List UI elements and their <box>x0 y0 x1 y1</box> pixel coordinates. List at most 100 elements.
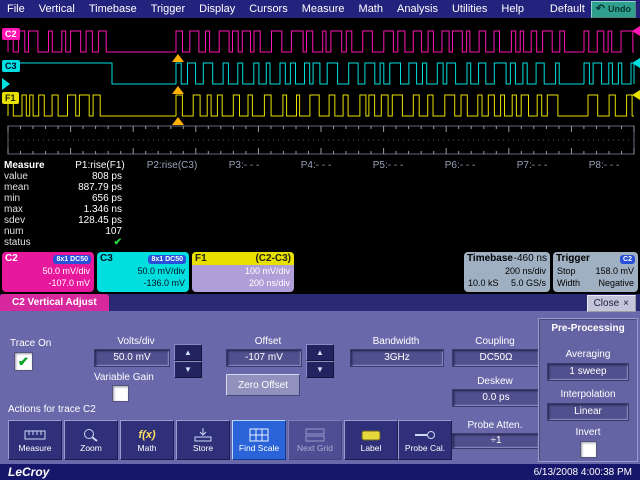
measure-col-p2[interactable]: P2:rise(C3) <box>136 160 208 171</box>
menu-bar-right: Default ↶ Undo <box>550 1 640 18</box>
volts-div-up-button[interactable]: ▲ <box>174 344 202 361</box>
bandwidth-label: Bandwidth <box>348 336 444 347</box>
measure-action-button[interactable]: Measure <box>8 420 62 460</box>
descriptor-f1-name: F1 <box>195 253 207 265</box>
trace-label-f1[interactable]: F1 <box>2 92 19 104</box>
menu-item-file[interactable]: File <box>0 3 32 15</box>
measure-row-label: min <box>0 193 64 204</box>
invert-label: Invert <box>539 427 637 438</box>
probe-atten-field[interactable]: ÷1 <box>452 433 540 449</box>
menu-item-timebase[interactable]: Timebase <box>82 3 144 15</box>
volts-div-field[interactable]: 50.0 mV <box>94 349 170 367</box>
undo-icon: ↶ <box>596 4 605 15</box>
averaging-field[interactable]: 1 sweep <box>547 363 629 381</box>
preprocessing-panel: Pre-Processing Averaging 1 sweep Interpo… <box>538 318 638 462</box>
measure-value: 128.45 ps <box>64 215 136 226</box>
trace-on-checkbox[interactable]: ✔ <box>14 352 33 371</box>
measure-row-spacer <box>136 171 640 182</box>
descriptor-f1-timebase: 200 ns/div <box>192 277 294 289</box>
datetime-display: 6/13/2008 4:00:38 PM <box>534 467 640 478</box>
measure-table: Measure P1:rise(F1) P2:rise(C3) P3:- - -… <box>0 160 640 250</box>
fx-icon: f(x) <box>138 428 155 442</box>
label-action-label: Label <box>361 443 382 453</box>
measure-row-label: num <box>0 226 64 237</box>
label-action-button[interactable]: Label <box>344 420 398 460</box>
deskew-field[interactable]: 0.0 ps <box>452 389 540 407</box>
menu-item-vertical[interactable]: Vertical <box>32 3 82 15</box>
measure-col-p7[interactable]: P7:- - - <box>496 160 568 171</box>
math-action-label: Math <box>138 443 157 453</box>
menu-item-analysis[interactable]: Analysis <box>390 3 445 15</box>
descriptor-c3[interactable]: C3 8x1 DC50 50.0 mV/div -136.0 mV <box>97 252 189 292</box>
measure-row-spacer <box>136 182 640 193</box>
close-button[interactable]: Close × <box>587 295 636 312</box>
descriptor-c2-name: C2 <box>5 253 18 265</box>
offset-up-button[interactable]: ▲ <box>306 344 334 361</box>
trigger-title: Trigger <box>556 253 590 265</box>
tab-c2-vertical-adjust[interactable]: C2 Vertical Adjust <box>0 294 109 311</box>
measure-col-p4[interactable]: P4:- - - <box>280 160 352 171</box>
find-scale-action-label: Find Scale <box>239 443 279 453</box>
find-scale-action-button[interactable]: Find Scale <box>232 420 286 460</box>
next-grid-action-button[interactable]: Next Grid <box>288 420 342 460</box>
trace-label-c3[interactable]: C3 <box>2 60 20 72</box>
waveform-display[interactable] <box>0 18 640 160</box>
next-grid-icon <box>305 428 325 442</box>
volts-div-down-button[interactable]: ▼ <box>174 361 202 378</box>
trace-label-c2[interactable]: C2 <box>2 28 20 40</box>
probe-atten-label: Probe Atten. <box>450 420 540 431</box>
measure-row-spacer <box>136 226 640 237</box>
measure-col-p8[interactable]: P8:- - - <box>568 160 640 171</box>
measure-row-label: sdev <box>0 215 64 226</box>
descriptor-f1[interactable]: F1 (C2-C3) 100 mV/div 200 ns/div <box>192 252 294 292</box>
vertical-adjust-dialog: C2 Vertical Adjust Close × Trace On ✔ Vo… <box>0 294 640 464</box>
store-action-label: Store <box>193 443 213 453</box>
coupling-field[interactable]: DC50Ω <box>452 349 540 367</box>
descriptor-c3-offset: -136.0 mV <box>97 277 189 289</box>
zero-offset-button[interactable]: Zero Offset <box>226 374 300 396</box>
default-setup-label[interactable]: Default <box>550 3 585 15</box>
down-arrow-icon: ▼ <box>184 365 192 374</box>
menu-item-trigger[interactable]: Trigger <box>144 3 192 15</box>
menu-item-math[interactable]: Math <box>352 3 390 15</box>
menu-item-measure[interactable]: Measure <box>295 3 352 15</box>
offset-label: Offset <box>226 336 310 347</box>
descriptor-timebase[interactable]: Timebase -460 ns 200 ns/div 10.0 kS 5.0 … <box>464 252 550 292</box>
trigger-source-badge: C2 <box>620 255 635 264</box>
math-action-button[interactable]: f(x) Math <box>120 420 174 460</box>
menu-item-utilities[interactable]: Utilities <box>445 3 494 15</box>
descriptor-trigger[interactable]: Trigger C2 Stop 158.0 mV Width Negative <box>553 252 638 292</box>
menu-item-display[interactable]: Display <box>192 3 242 15</box>
menu-item-cursors[interactable]: Cursors <box>242 3 295 15</box>
variable-gain-checkbox[interactable] <box>112 385 129 402</box>
measure-col-p6[interactable]: P6:- - - <box>424 160 496 171</box>
bandwidth-field[interactable]: 3GHz <box>350 349 444 367</box>
measure-value: 107 <box>64 226 136 237</box>
measure-action-label: Measure <box>18 443 51 453</box>
menu-item-help[interactable]: Help <box>494 3 531 15</box>
label-icon <box>360 428 382 442</box>
probe-cal-icon <box>414 428 436 442</box>
interpolation-field[interactable]: Linear <box>547 403 629 421</box>
measure-status-check-icon: ✔ <box>64 237 136 248</box>
descriptor-c2[interactable]: C2 8x1 DC50 50.0 mV/div -107.0 mV <box>2 252 94 292</box>
measure-col-p3[interactable]: P3:- - - <box>208 160 280 171</box>
measure-col-p5[interactable]: P5:- - - <box>352 160 424 171</box>
offset-down-button[interactable]: ▼ <box>306 361 334 378</box>
waveform-area: C2 C3 F1 <box>0 18 640 160</box>
undo-button[interactable]: ↶ Undo <box>591 1 636 18</box>
invert-checkbox[interactable] <box>580 441 597 458</box>
scope-screen: File Vertical Timebase Trigger Display C… <box>0 0 640 480</box>
measure-row-label: mean <box>0 182 64 193</box>
measure-icon <box>24 428 46 442</box>
preprocessing-title: Pre-Processing <box>539 323 637 334</box>
averaging-label: Averaging <box>539 349 637 360</box>
measure-value: 808 ps <box>64 171 136 182</box>
measure-col-p1[interactable]: P1:rise(F1) <box>64 160 136 171</box>
store-action-button[interactable]: Store <box>176 420 230 460</box>
probe-cal-action-button[interactable]: Probe Cal. <box>398 420 452 460</box>
timebase-offset: -460 ns <box>514 253 547 265</box>
offset-field[interactable]: -107 mV <box>226 349 302 367</box>
measure-row-spacer <box>136 215 640 226</box>
zoom-action-button[interactable]: Zoom <box>64 420 118 460</box>
